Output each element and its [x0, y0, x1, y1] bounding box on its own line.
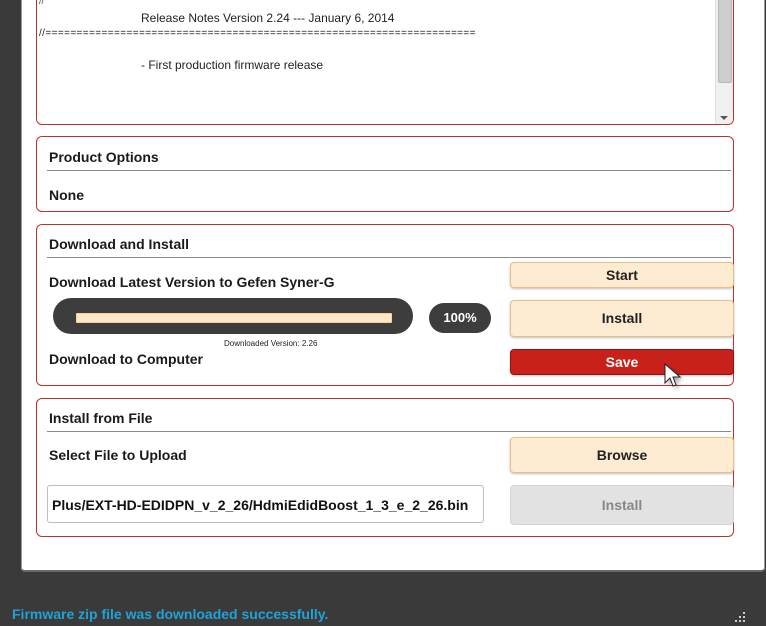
release-notes-line-0: // — [39, 0, 45, 6]
start-button[interactable]: Start — [510, 262, 734, 288]
release-notes-line-3: - First production firmware release — [141, 58, 324, 72]
scroll-down-arrow-icon[interactable] — [720, 116, 728, 120]
status-message: Firmware zip file was downloaded success… — [12, 606, 329, 622]
select-file-label: Select File to Upload — [49, 447, 187, 463]
divider — [47, 431, 731, 432]
product-options-value: None — [49, 187, 84, 203]
download-install-box: Download and Install Download Latest Ver… — [36, 224, 734, 386]
product-options-box: Product Options None — [36, 136, 734, 212]
save-button[interactable]: Save — [510, 349, 734, 375]
install-file-button: Install — [510, 485, 734, 525]
browse-button[interactable]: Browse — [510, 437, 734, 473]
mouse-pointer-icon — [664, 362, 683, 389]
release-notes-line-1: Release Notes Version 2.24 --- January 6… — [141, 11, 395, 25]
download-progress-fill — [76, 313, 392, 323]
firmware-panel: // Release Notes Version 2.24 --- Januar… — [21, 0, 765, 572]
release-notes-box: // Release Notes Version 2.24 --- Januar… — [36, 0, 734, 125]
product-options-title: Product Options — [49, 149, 159, 165]
download-install-title: Download and Install — [49, 236, 190, 252]
file-path-field[interactable]: Plus/EXT-HD-EDIDPN_v_2_26/HdmiEdidBoost_… — [47, 485, 484, 523]
scrollbar-thumb[interactable] — [718, 0, 732, 83]
divider — [47, 257, 731, 258]
file-path-text: Plus/EXT-HD-EDIDPN_v_2_26/HdmiEdidBoost_… — [52, 497, 469, 513]
download-progress-bar — [53, 298, 413, 334]
download-to-computer-label: Download to Computer — [49, 351, 203, 367]
divider — [47, 170, 731, 171]
release-notes-scrollbar[interactable] — [715, 0, 733, 124]
install-button[interactable]: Install — [510, 300, 734, 337]
install-from-file-box: Install from File Select File to Upload … — [36, 398, 734, 537]
install-from-file-title: Install from File — [49, 410, 153, 426]
progress-percent: 100% — [429, 303, 491, 333]
download-latest-label: Download Latest Version to Gefen Syner-G — [49, 274, 335, 290]
downloaded-version-text: Downloaded Version: 2.26 — [224, 339, 318, 348]
resize-grip-icon[interactable] — [735, 612, 747, 622]
release-notes-separator: //======================================… — [39, 28, 476, 39]
